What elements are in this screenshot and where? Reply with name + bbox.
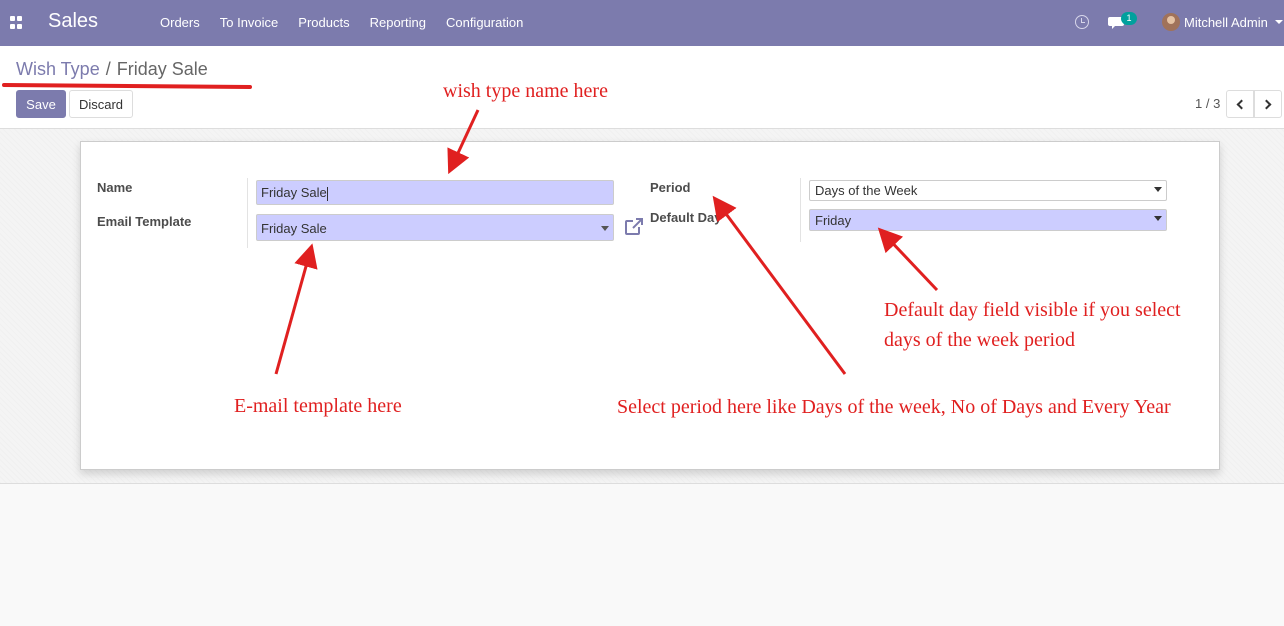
user-menu[interactable]: Mitchell Admin (1184, 15, 1268, 30)
chevron-right-icon (1261, 99, 1272, 110)
chevron-down-icon (1154, 187, 1162, 192)
app-brand[interactable]: Sales (48, 10, 98, 33)
annotation-wish-type: wish type name here (443, 80, 608, 102)
top-navbar: Sales Orders To Invoice Products Reporti… (0, 0, 1284, 46)
default-day-label: Default Day (650, 210, 722, 225)
save-button[interactable]: Save (16, 90, 66, 118)
menu-orders[interactable]: Orders (150, 15, 210, 30)
activity-clock-icon[interactable] (1075, 15, 1089, 29)
menu-to-invoice[interactable]: To Invoice (210, 15, 289, 30)
name-label: Name (97, 180, 133, 195)
chevron-down-icon (1154, 216, 1162, 221)
annotation-period: Select period here like Days of the week… (617, 396, 1171, 418)
annotation-default-day-line2: days of the week period (884, 329, 1076, 351)
name-field[interactable]: Friday Sale (256, 180, 614, 205)
chevron-left-icon (1236, 99, 1247, 110)
chat-badge: 1 (1121, 12, 1137, 25)
main-menu: Orders To Invoice Products Reporting Con… (150, 15, 533, 30)
menu-products[interactable]: Products (288, 15, 359, 30)
default-day-value: Friday (815, 213, 852, 228)
default-day-select[interactable]: Friday (809, 209, 1167, 231)
divider (800, 178, 801, 242)
breadcrumb-separator: / (105, 59, 111, 79)
control-panel: Wish Type / Friday Sale Save Discard 1 /… (0, 46, 1284, 129)
menu-configuration[interactable]: Configuration (436, 15, 533, 30)
chevron-down-icon[interactable] (1275, 20, 1283, 24)
text-cursor (326, 186, 328, 201)
apps-menu-icon[interactable] (10, 16, 23, 29)
name-value: Friday Sale (261, 185, 327, 200)
email-template-select[interactable]: Friday Sale (256, 214, 614, 241)
breadcrumb-current: Friday Sale (116, 59, 208, 79)
email-template-value: Friday Sale (261, 221, 327, 236)
breadcrumb-wish-type[interactable]: Wish Type (16, 59, 100, 80)
discard-button[interactable]: Discard (69, 90, 133, 118)
annotation-default-day-line1: Default day field visible if you select (884, 299, 1181, 321)
avatar[interactable] (1162, 13, 1180, 31)
period-select[interactable]: Days of the Week (809, 180, 1167, 201)
chevron-down-icon (601, 226, 609, 231)
external-link-icon[interactable] (624, 218, 644, 236)
pager-value[interactable]: 1 / 3 (1195, 96, 1220, 111)
menu-reporting[interactable]: Reporting (360, 15, 436, 30)
pager-next-button[interactable] (1254, 90, 1282, 118)
divider (247, 178, 248, 248)
pager-previous-button[interactable] (1226, 90, 1254, 118)
breadcrumb: Wish Type / Friday Sale (16, 59, 208, 80)
period-label: Period (650, 180, 691, 195)
period-value: Days of the Week (815, 183, 918, 198)
annotation-email-template: E-mail template here (234, 395, 402, 417)
email-template-label: Email Template (97, 214, 192, 229)
